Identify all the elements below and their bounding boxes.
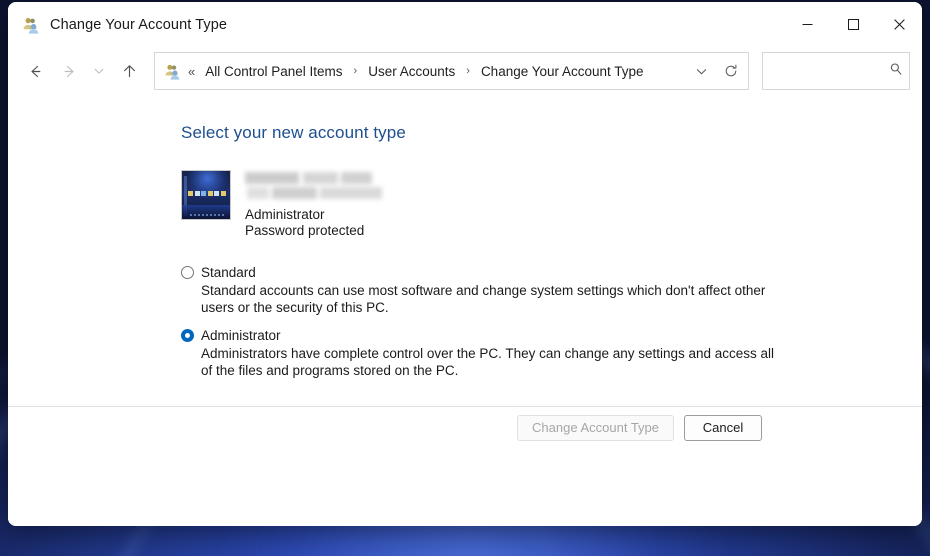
change-account-type-button[interactable]: Change Account Type [517, 415, 674, 441]
account-summary: Administrator Password protected [181, 170, 922, 239]
help-link-standard-account[interactable]: Why is a standard account recommended? [181, 405, 438, 406]
page-title: Select your new account type [181, 123, 406, 142]
search-icon[interactable] [889, 62, 903, 81]
footer-action-bar: Change Account Type Cancel [8, 406, 922, 526]
minimize-button[interactable] [784, 2, 830, 47]
recent-locations-chevron-down-icon[interactable] [86, 55, 112, 87]
breadcrumb-separator-1[interactable]: › [354, 65, 358, 77]
radio-option-standard[interactable]: Standard Standard accounts can use most … [181, 265, 922, 316]
account-avatar [181, 170, 231, 220]
breadcrumb-item-change-your-account-type[interactable]: Change Your Account Type [479, 61, 646, 82]
account-password-status: Password protected [245, 223, 365, 238]
user-accounts-icon [22, 16, 40, 34]
cancel-button[interactable]: Cancel [684, 415, 762, 441]
radio-administrator-head[interactable]: Administrator [181, 328, 922, 343]
breadcrumb-separator-2[interactable]: › [466, 65, 470, 77]
maximize-button[interactable] [830, 2, 876, 47]
window-title: Change Your Account Type [50, 16, 228, 33]
previous-locations-chevron-down-icon[interactable] [686, 54, 716, 88]
address-bar[interactable]: « All Control Panel Items › User Account… [154, 52, 749, 90]
radio-administrator-description: Administrators have complete control ove… [201, 346, 775, 378]
radio-administrator-indicator[interactable] [181, 329, 194, 342]
avatar-dots [190, 214, 224, 216]
breadcrumb-item-all-control-panel-items[interactable]: All Control Panel Items [203, 61, 344, 82]
radio-standard-head[interactable]: Standard [181, 265, 922, 280]
radio-standard-indicator[interactable] [181, 266, 194, 279]
radio-standard-label: Standard [201, 265, 256, 280]
back-button[interactable] [18, 55, 52, 87]
radio-standard-description: Standard accounts can use most software … [201, 283, 766, 315]
breadcrumb-user-accounts-icon [164, 63, 181, 80]
account-name-redacted [245, 171, 382, 202]
search-box[interactable] [762, 52, 910, 90]
close-button[interactable] [876, 2, 922, 47]
breadcrumb-overflow-icon[interactable]: « [188, 64, 195, 79]
radio-administrator-label: Administrator [201, 328, 281, 343]
radio-option-administrator[interactable]: Administrator Administrators have comple… [181, 328, 922, 379]
control-panel-window: Change Your Account Type « All Control P… [8, 2, 922, 526]
account-type-radio-group: Standard Standard accounts can use most … [181, 265, 922, 379]
main-content: Select your new account type Administrat… [8, 95, 922, 406]
up-button[interactable] [112, 55, 146, 87]
account-type-label: Administrator [245, 207, 325, 222]
avatar-floor [182, 205, 230, 219]
title-bar[interactable]: Change Your Account Type [8, 2, 922, 47]
title-bar-left: Change Your Account Type [8, 16, 227, 34]
breadcrumb-item-user-accounts[interactable]: User Accounts [366, 61, 457, 82]
search-input[interactable] [771, 62, 889, 80]
account-details: Administrator Password protected [245, 170, 382, 239]
navigation-bar: « All Control Panel Items › User Account… [8, 47, 922, 95]
avatar-taskbar [188, 191, 226, 196]
forward-button[interactable] [52, 55, 86, 87]
refresh-icon[interactable] [716, 54, 746, 88]
window-controls [784, 2, 922, 47]
